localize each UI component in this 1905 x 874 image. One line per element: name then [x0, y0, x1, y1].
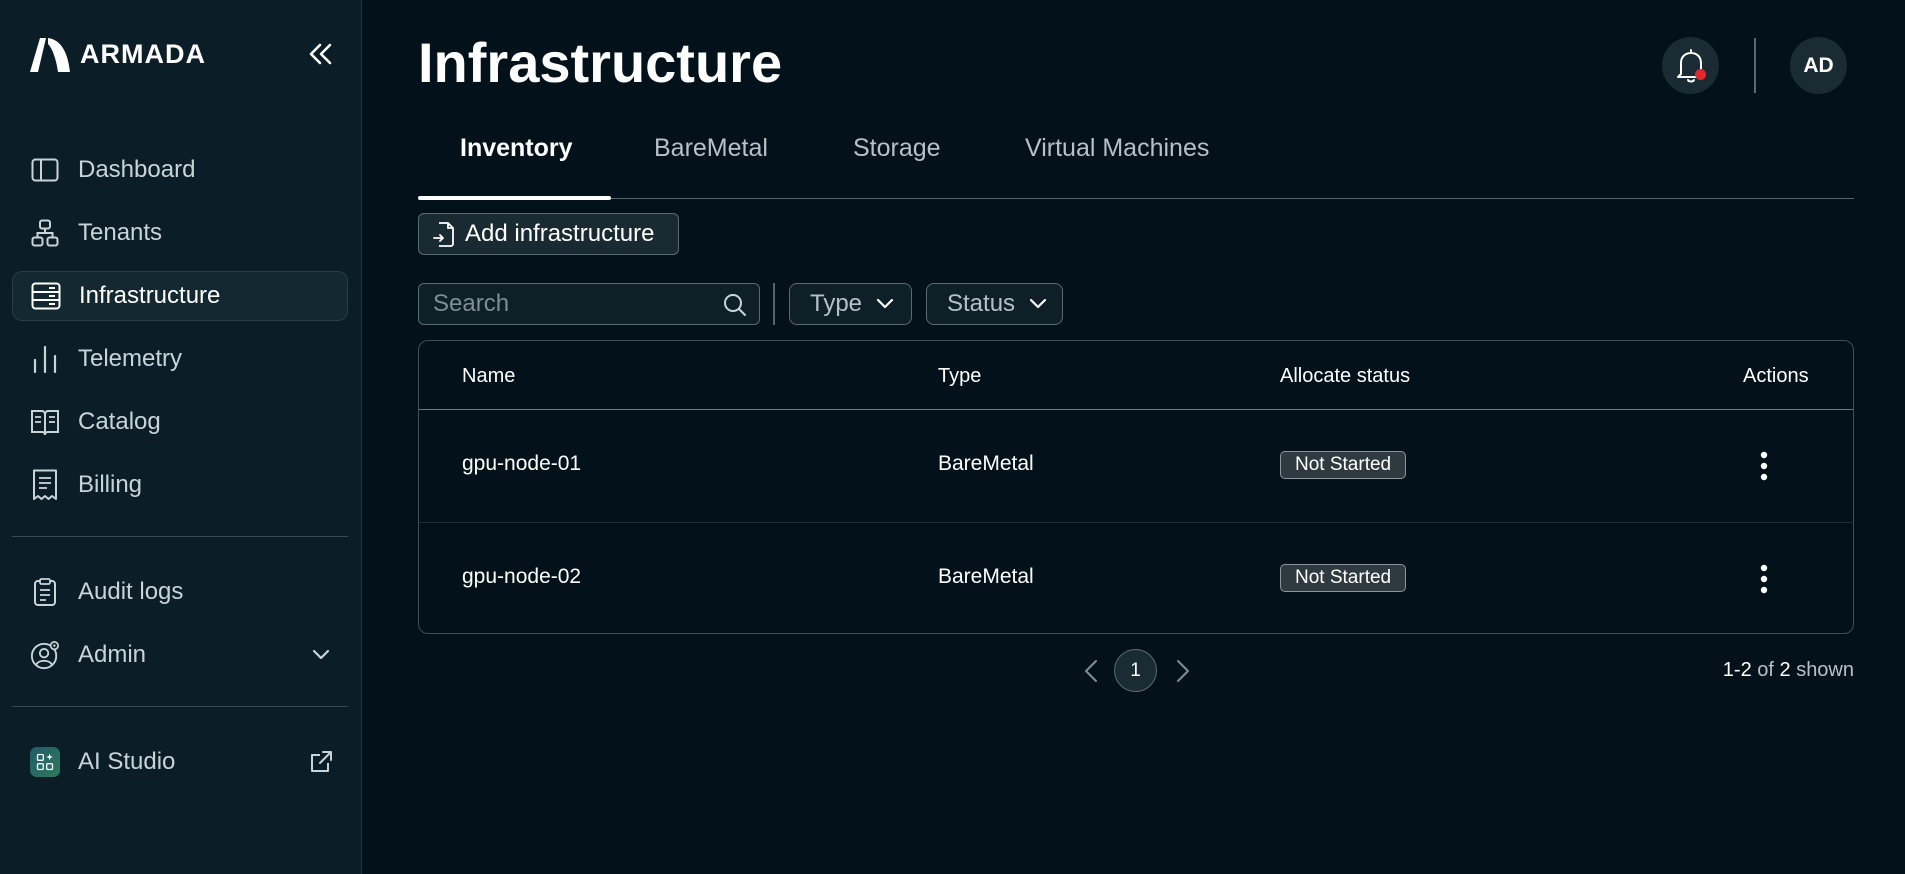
server-icon: [31, 281, 61, 311]
status-filter-label: Status: [947, 290, 1016, 317]
column-header-actions: Actions: [1743, 365, 1809, 387]
hierarchy-icon: [30, 218, 60, 248]
sidebar-item-infrastructure[interactable]: Infrastructure: [12, 271, 348, 321]
filter-divider: [773, 283, 775, 325]
table-header: Name Type Allocate status Actions: [419, 341, 1853, 410]
column-header-allocate-status[interactable]: Allocate status: [1280, 365, 1410, 388]
status-badge: Not Started: [1280, 564, 1407, 592]
column-header-name[interactable]: Name: [462, 365, 515, 388]
bar-chart-icon: [30, 344, 60, 374]
pagination-shown: shown: [1796, 659, 1854, 681]
sidebar-item-audit-logs[interactable]: Audit logs: [12, 567, 348, 617]
avatar[interactable]: AD: [1790, 37, 1847, 94]
brand-name: ARMADA: [80, 38, 206, 69]
row-type: BareMetal: [938, 452, 1034, 475]
receipt-icon: [30, 469, 60, 500]
header-divider: [1754, 38, 1756, 93]
inventory-table: Name Type Allocate status Actions gpu-no…: [418, 340, 1854, 634]
add-infrastructure-label: Add infrastructure: [465, 220, 655, 247]
file-import-icon: [433, 222, 454, 247]
row-type: BareMetal: [938, 565, 1034, 588]
chevron-down-icon: [1029, 298, 1047, 309]
sidebar-item-label: AI Studio: [78, 748, 176, 775]
pagination-total: 2: [1779, 659, 1791, 681]
chevron-down-icon[interactable]: [308, 642, 334, 668]
chevron-right-icon: [1177, 660, 1189, 682]
pagination-summary: 1-2 of 2 shown: [1723, 659, 1854, 682]
sidebar-item-label: Dashboard: [78, 156, 196, 183]
row-actions-button[interactable]: [1749, 446, 1779, 486]
tab-virtual-machines[interactable]: Virtual Machines: [1025, 134, 1209, 163]
brand-logo[interactable]: ARMADA: [28, 34, 206, 74]
notification-badge: [1695, 69, 1706, 80]
layout-icon: [30, 155, 60, 185]
sidebar-item-ai-studio[interactable]: AI Studio: [12, 737, 348, 787]
sidebar-item-label: Billing: [78, 471, 143, 498]
chevron-down-icon: [876, 298, 894, 309]
tab-baremetal[interactable]: BareMetal: [654, 134, 768, 163]
sidebar-item-dashboard[interactable]: Dashboard: [12, 145, 348, 195]
row-name[interactable]: gpu-node-01: [462, 452, 581, 476]
table-row[interactable]: gpu-node-01 BareMetal Not Started: [419, 410, 1853, 522]
sidebar-item-label: Catalog: [78, 408, 161, 435]
ai-studio-icon: [30, 747, 60, 777]
double-chevron-left-icon: [309, 43, 332, 65]
search-input[interactable]: [433, 290, 713, 318]
row-name[interactable]: gpu-node-02: [462, 565, 581, 589]
column-header-type[interactable]: Type: [938, 365, 981, 388]
sidebar-item-catalog[interactable]: Catalog: [12, 397, 348, 447]
active-tab-indicator: [418, 196, 611, 200]
external-link-icon[interactable]: [308, 749, 334, 775]
next-page-button[interactable]: [1168, 656, 1198, 686]
row-actions-button[interactable]: [1749, 559, 1779, 599]
type-filter-label: Type: [810, 290, 863, 317]
tab-bar: Inventory BareMetal Storage Virtual Mach…: [418, 120, 1854, 200]
add-infrastructure-button[interactable]: Add infrastructure: [418, 213, 679, 255]
sidebar-item-label: Tenants: [78, 219, 163, 246]
sidebar-divider: [12, 536, 348, 537]
sidebar-item-tenants[interactable]: Tenants: [12, 208, 348, 258]
more-vertical-icon: [1760, 564, 1768, 594]
pagination-of: of: [1757, 659, 1774, 681]
tab-inventory[interactable]: Inventory: [460, 134, 573, 163]
sidebar-item-label: Audit logs: [78, 578, 184, 605]
search-icon[interactable]: [723, 293, 747, 322]
status-badge: Not Started: [1280, 451, 1407, 479]
page-number-current[interactable]: 1: [1114, 649, 1157, 692]
armada-logo-icon: [30, 38, 70, 72]
status-filter-dropdown[interactable]: Status: [926, 283, 1063, 325]
page-title: Infrastructure: [418, 31, 783, 94]
collapse-sidebar-button[interactable]: [300, 36, 340, 72]
sidebar-divider: [12, 706, 348, 707]
user-gear-icon: [30, 640, 60, 670]
table-row[interactable]: gpu-node-02 BareMetal Not Started: [419, 522, 1853, 633]
sidebar-item-label: Telemetry: [78, 345, 183, 372]
sidebar-item-label: Admin: [78, 641, 147, 668]
chevron-left-icon: [1085, 660, 1097, 682]
notifications-button[interactable]: [1662, 37, 1719, 94]
sidebar-item-telemetry[interactable]: Telemetry: [12, 334, 348, 384]
previous-page-button[interactable]: [1076, 656, 1106, 686]
more-vertical-icon: [1760, 451, 1768, 481]
sidebar: ARMADA Dashboard Tenants Infrastructure …: [0, 0, 362, 874]
book-icon: [30, 407, 60, 437]
tab-storage[interactable]: Storage: [853, 134, 941, 163]
sidebar-item-label: Infrastructure: [79, 282, 221, 309]
sidebar-item-billing[interactable]: Billing: [12, 460, 348, 510]
search-box: [418, 283, 760, 325]
type-filter-dropdown[interactable]: Type: [789, 283, 912, 325]
sidebar-item-admin[interactable]: Admin: [12, 630, 348, 680]
pagination-range: 1-2: [1722, 659, 1752, 681]
clipboard-icon: [30, 577, 60, 607]
